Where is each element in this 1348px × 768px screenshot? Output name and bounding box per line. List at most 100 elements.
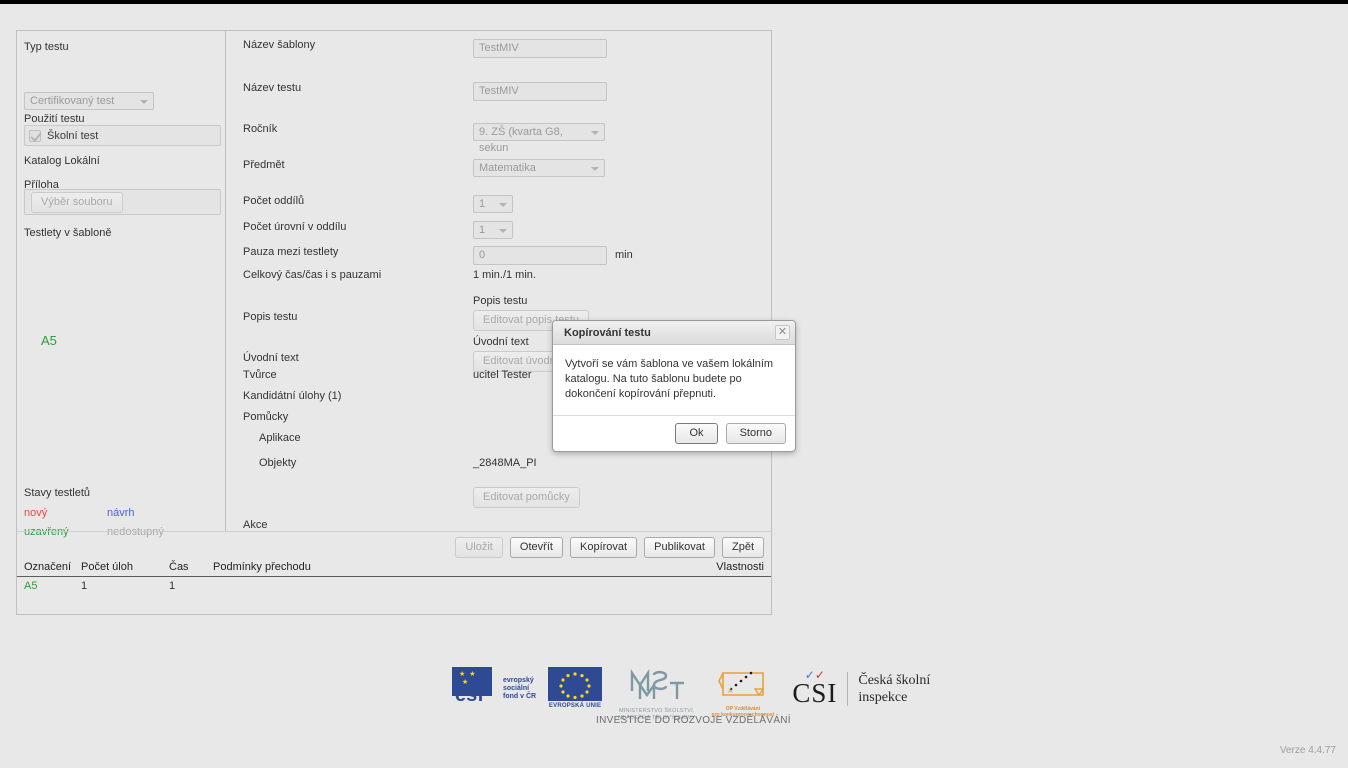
dialog-message: Vytvoří se vám šablona ve vašem lokálním… — [565, 358, 774, 400]
table-row[interactable]: A5 1 1 — [17, 577, 771, 597]
investice-caption: INVESTICE DO ROZVOJE VZDĚLÁVÁNÍ — [596, 715, 791, 726]
chevron-down-icon — [591, 167, 599, 171]
footer-logos: ★ ★ ★ esf evropský sociální fond v ČR EV… — [452, 667, 930, 722]
panel-columns: Typ testu Certifikovaný test Použití tes… — [17, 31, 771, 538]
tvurce-label: Tvůrce — [243, 369, 277, 381]
esf-caption: evropský sociální fond v ČR — [503, 670, 536, 701]
rocnik-value: 9. ZŠ (kvarta G8, sekun — [479, 126, 563, 154]
th-oznaceni: Označení — [24, 561, 72, 573]
publikovat-button[interactable]: Publikovat — [644, 537, 715, 558]
celkovy-cas-value: 1 min./1 min. — [473, 269, 536, 281]
row-nazev-sablony: Název šablony TestMIV — [227, 39, 771, 59]
popis-testu-sublabel: Popis testu — [473, 295, 528, 307]
opvk-mark-icon: A — [718, 671, 765, 697]
pocet-oddilu-select[interactable]: 1 — [473, 195, 513, 213]
nazev-testu-input[interactable]: TestMIV — [473, 82, 607, 101]
dialog-ok-button[interactable]: Ok — [675, 423, 718, 444]
row-nazev-testu: Název testu TestMIV — [227, 82, 771, 102]
ulozit-button[interactable]: Uložit — [455, 537, 503, 558]
esf-line-1: evropský — [503, 676, 534, 684]
skolni-test-label: Školní test — [47, 129, 99, 142]
row-editovat-pomucky: Editovat pomůcky — [227, 487, 771, 508]
predmet-value: Matematika — [479, 162, 536, 174]
esf-line-3: fond v ČR — [503, 692, 537, 700]
vyber-souboru-button[interactable]: Výběr souboru — [31, 191, 123, 213]
predmet-select[interactable]: Matematika — [473, 159, 605, 177]
otevrit-button[interactable]: Otevřít — [509, 537, 563, 558]
dialog-cancel-button[interactable]: Storno — [725, 423, 786, 444]
opvk-logo: A OP Vzdělávání pro konkurenceschopnost — [712, 667, 774, 718]
testlet-item-a5[interactable]: A5 — [41, 333, 57, 348]
katalog-label: Katalog Lokální — [24, 155, 100, 167]
kopirovani-testu-dialog: Kopírování testu ✕ Vytvoří se vám šablon… — [552, 320, 796, 452]
stav-navrh: návrh — [107, 507, 135, 519]
stav-novy: nový — [24, 507, 48, 519]
nazev-testu-label: Název testu — [243, 82, 302, 94]
row-objekty: Objekty _2848MA_PI — [227, 457, 771, 477]
predmet-label: Předmět — [243, 159, 285, 171]
top-black-bar — [0, 0, 1348, 4]
th-podminky-prechodu: Podmínky přechodu — [213, 561, 311, 573]
csi-wordmark: CSI — [792, 678, 838, 708]
svg-text:A: A — [728, 688, 733, 695]
pocet-urovni-select[interactable]: 1 — [473, 221, 513, 239]
typ-testu-select[interactable]: Certifikovaný test — [24, 92, 154, 110]
pocet-urovni-label: Počet úrovní v oddílu — [243, 221, 347, 233]
skolni-test-checkbox-row[interactable]: Školní test — [24, 125, 221, 146]
msmt-line-1: MINISTERSTVO ŠKOLSTVÍ, — [618, 708, 695, 714]
eu-stars-icon — [559, 672, 591, 700]
esf-logo: ★ ★ ★ esf evropský sociální fond v ČR — [452, 667, 536, 706]
pomucky-label: Pomůcky — [243, 411, 289, 423]
testlety-v-sablone-label: Testlety v šabloně — [24, 227, 112, 239]
zpet-button[interactable]: Zpět — [721, 537, 764, 558]
editovat-pomucky-button[interactable]: Editovat pomůcky — [473, 487, 580, 508]
esf-wordmark: esf — [455, 684, 484, 706]
esf-mark-icon: ★ ★ ★ esf — [452, 667, 500, 706]
csi-logo: ✓✓ CSI Česká školní inspekce — [792, 667, 930, 707]
kopirovat-button[interactable]: Kopírovat — [570, 537, 638, 558]
pouziti-testu-label: Použití testu — [24, 113, 85, 125]
row-predmet: Předmět Matematika — [227, 159, 771, 179]
kandidatni-ulohy-link[interactable]: Kandidátní úlohy (1) — [243, 390, 341, 402]
csi-line-2: inspekce — [858, 690, 908, 705]
dialog-title: Kopírování testu — [564, 327, 651, 339]
eu-flag-icon — [548, 667, 603, 701]
uvodni-text-label: Úvodní text — [243, 352, 299, 364]
chevron-down-icon — [140, 100, 148, 104]
th-cas: Čas — [169, 561, 189, 573]
celkovy-cas-label: Celkový čas/čas i s pauzami — [243, 269, 382, 281]
row-rocnik: Ročník 9. ZŠ (kvarta G8, sekun — [227, 123, 771, 154]
objekty-label: Objekty — [259, 457, 297, 469]
pauza-label: Pauza mezi testlety — [243, 246, 339, 258]
chevron-down-icon — [499, 229, 507, 233]
page-footer: ★ ★ ★ esf evropský sociální fond v ČR EV… — [0, 655, 1348, 735]
nazev-sablony-input[interactable]: TestMIV — [473, 39, 607, 58]
row-celkovy-cas: Celkový čas/čas i s pauzami 1 min./1 min… — [227, 269, 771, 289]
cell-oznaceni[interactable]: A5 — [24, 580, 37, 592]
nazev-sablony-label: Název šablony — [243, 39, 316, 51]
eu-logo: EVROPSKÁ UNIE — [548, 667, 603, 709]
typ-testu-value: Certifikovaný test — [30, 95, 115, 107]
cell-cas: 1 — [169, 580, 176, 592]
form-column: Název šablony TestMIV Název testu TestMI… — [227, 31, 771, 531]
pauza-unit-label: min — [615, 249, 633, 261]
pocet-urovni-value: 1 — [479, 224, 486, 236]
checkmark-icon[interactable] — [29, 129, 41, 142]
cell-pocet-uloh: 1 — [81, 580, 88, 592]
th-pocet-uloh: Počet úloh — [81, 561, 133, 573]
close-icon[interactable]: ✕ — [775, 325, 790, 340]
pauza-input[interactable]: 0 — [473, 246, 607, 265]
msmt-mark-icon — [630, 669, 684, 699]
esf-line-2: sociální — [503, 684, 530, 692]
row-pauza: Pauza mezi testlety 0 min — [227, 246, 771, 266]
eu-caption: EVROPSKÁ UNIE — [548, 703, 602, 709]
row-pocet-oddilu: Počet oddílů 1 — [227, 195, 771, 215]
chevron-down-icon — [499, 203, 507, 207]
aplikace-label: Aplikace — [259, 432, 301, 444]
tvurce-value: ucitel Tester — [473, 369, 532, 381]
rocnik-select[interactable]: 9. ZŠ (kvarta G8, sekun — [473, 123, 605, 154]
pocet-oddilu-value: 1 — [479, 198, 486, 210]
th-vlastnosti: Vlastnosti — [716, 561, 764, 573]
dialog-title-bar: Kopírování testu ✕ — [553, 321, 795, 345]
row-pocet-urovni: Počet úrovní v oddílu 1 — [227, 221, 771, 241]
